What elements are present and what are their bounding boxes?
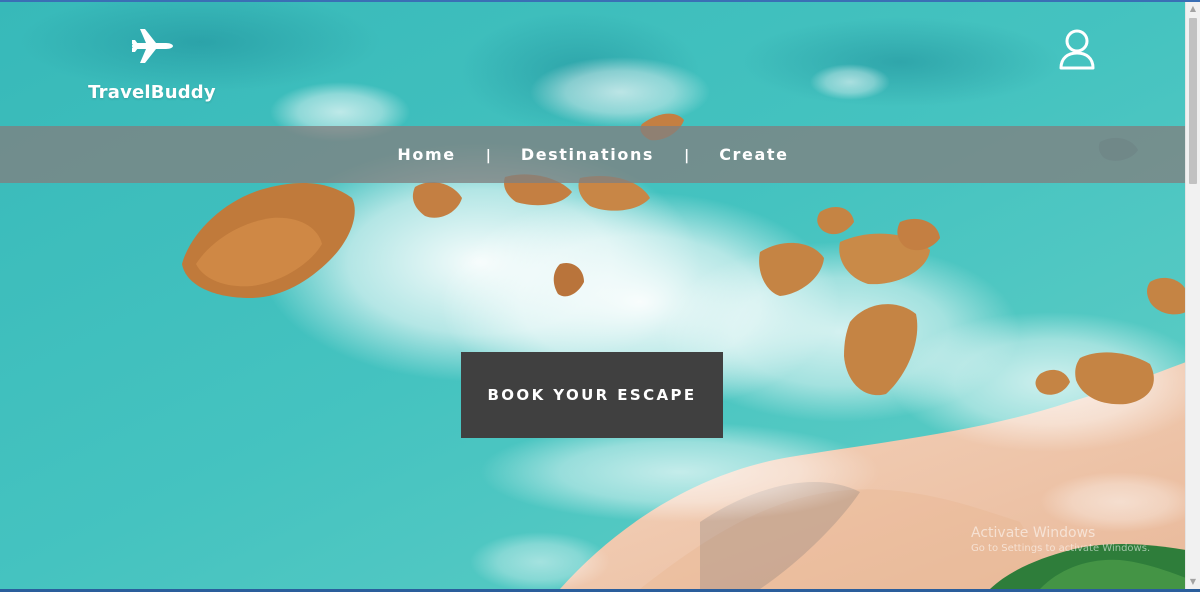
- vertical-scrollbar[interactable]: ▲ ▼: [1185, 2, 1200, 589]
- main-navigation: Home | Destinations | Create: [0, 126, 1186, 183]
- scroll-down-icon[interactable]: ▼: [1186, 575, 1200, 589]
- brand-name: TravelBuddy: [88, 82, 216, 103]
- watermark-title: Activate Windows: [971, 525, 1096, 541]
- nav-separator: |: [684, 148, 690, 164]
- nav-link-create[interactable]: Create: [719, 145, 788, 164]
- brand-logo[interactable]: TravelBuddy: [88, 22, 216, 112]
- book-your-escape-button[interactable]: BOOK YOUR ESCAPE: [461, 352, 723, 438]
- scrollbar-thumb[interactable]: [1189, 18, 1197, 184]
- page: TravelBuddy Home | Destinations | Create…: [0, 0, 1200, 592]
- scroll-up-icon[interactable]: ▲: [1186, 2, 1200, 16]
- nav-link-home[interactable]: Home: [397, 145, 455, 164]
- nav-link-destinations[interactable]: Destinations: [521, 145, 654, 164]
- user-icon[interactable]: [1056, 28, 1098, 72]
- watermark-subtitle: Go to Settings to activate Windows.: [971, 543, 1151, 554]
- nav-list: Home | Destinations | Create: [0, 126, 1186, 183]
- nav-separator: |: [485, 148, 491, 164]
- airplane-icon: [128, 25, 174, 67]
- activation-watermark: Activate Windows Go to Settings to activ…: [971, 524, 1171, 556]
